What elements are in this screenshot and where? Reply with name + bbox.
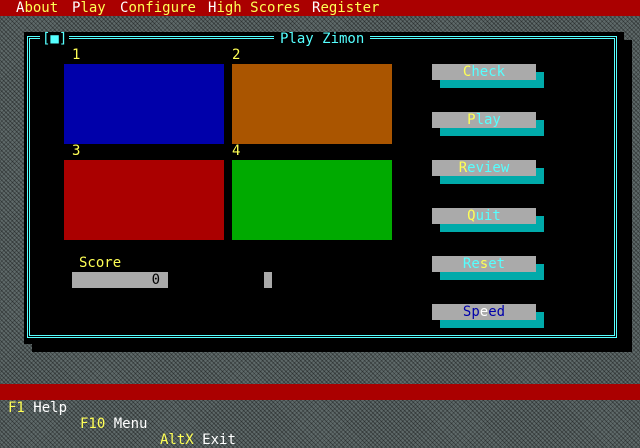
pad-1-label: 1 <box>72 47 81 63</box>
menu-configure-label: onfigure <box>128 0 196 16</box>
review-button-hotkey: R <box>458 160 468 176</box>
speed-button-label: ed <box>488 304 506 320</box>
play-button-label: lay <box>475 112 501 128</box>
red-pad[interactable] <box>64 160 224 240</box>
quit-button-hotkey: Q <box>467 208 476 224</box>
pad-2-label: 2 <box>232 47 241 63</box>
menu-register-label: egister <box>320 0 380 16</box>
close-box[interactable]: [■] <box>40 32 70 46</box>
score-label: Score <box>79 255 122 271</box>
status-exit[interactable]: AltX Exit <box>160 432 236 448</box>
blue-pad[interactable] <box>64 64 224 144</box>
menu-about[interactable]: About <box>16 0 58 16</box>
quit-button-label: uit <box>475 208 501 224</box>
reset-button-pre: Re <box>462 256 480 272</box>
status-exit-key: AltX <box>160 432 194 448</box>
status-menu-key: F10 <box>80 416 106 432</box>
status-help[interactable]: F1 Help <box>8 400 67 416</box>
check-button-label: heck <box>471 64 506 80</box>
menu-bar: About Play Configure High Scores Registe… <box>0 0 640 16</box>
status-exit-label: Exit <box>202 432 236 448</box>
score-value: 0 <box>72 272 168 288</box>
progress-indicator <box>264 272 272 288</box>
speed-button[interactable]: Speed <box>432 304 536 320</box>
menu-play[interactable]: Play <box>72 0 106 16</box>
menu-about-label: bout <box>24 0 59 16</box>
play-button[interactable]: Play <box>432 112 536 128</box>
quit-button[interactable]: Quit <box>432 208 536 224</box>
reset-button-label: et <box>488 256 506 272</box>
status-help-label: Help <box>33 400 68 416</box>
orange-pad[interactable] <box>232 64 392 144</box>
pad-3-label: 3 <box>72 143 81 159</box>
review-button[interactable]: Review <box>432 160 536 176</box>
menu-register[interactable]: Register <box>312 0 379 16</box>
green-pad[interactable] <box>232 160 392 240</box>
pad-4-label: 4 <box>232 143 241 159</box>
menu-play-label: lay <box>80 0 106 16</box>
menu-high-scores[interactable]: High Scores <box>208 0 301 16</box>
play-button-hotkey: P <box>467 112 476 128</box>
status-help-key: F1 <box>8 400 25 416</box>
reset-button-hotkey: s <box>479 256 489 272</box>
status-menu[interactable]: F10 Menu <box>80 416 147 432</box>
menu-high-scores-label: igh Scores <box>216 0 301 16</box>
status-menu-label: Menu <box>113 416 148 432</box>
menu-configure[interactable]: Configure <box>120 0 196 16</box>
check-button[interactable]: Check <box>432 64 536 80</box>
reset-button[interactable]: Reset <box>432 256 536 272</box>
review-button-label: eview <box>467 160 510 176</box>
window-title: Play Zimon <box>274 32 371 46</box>
speed-button-pre: Sp <box>462 304 480 320</box>
status-bar: F1 Help F10 Menu AltX Exit <box>0 384 640 448</box>
speed-button-hotkey: e <box>479 304 489 320</box>
